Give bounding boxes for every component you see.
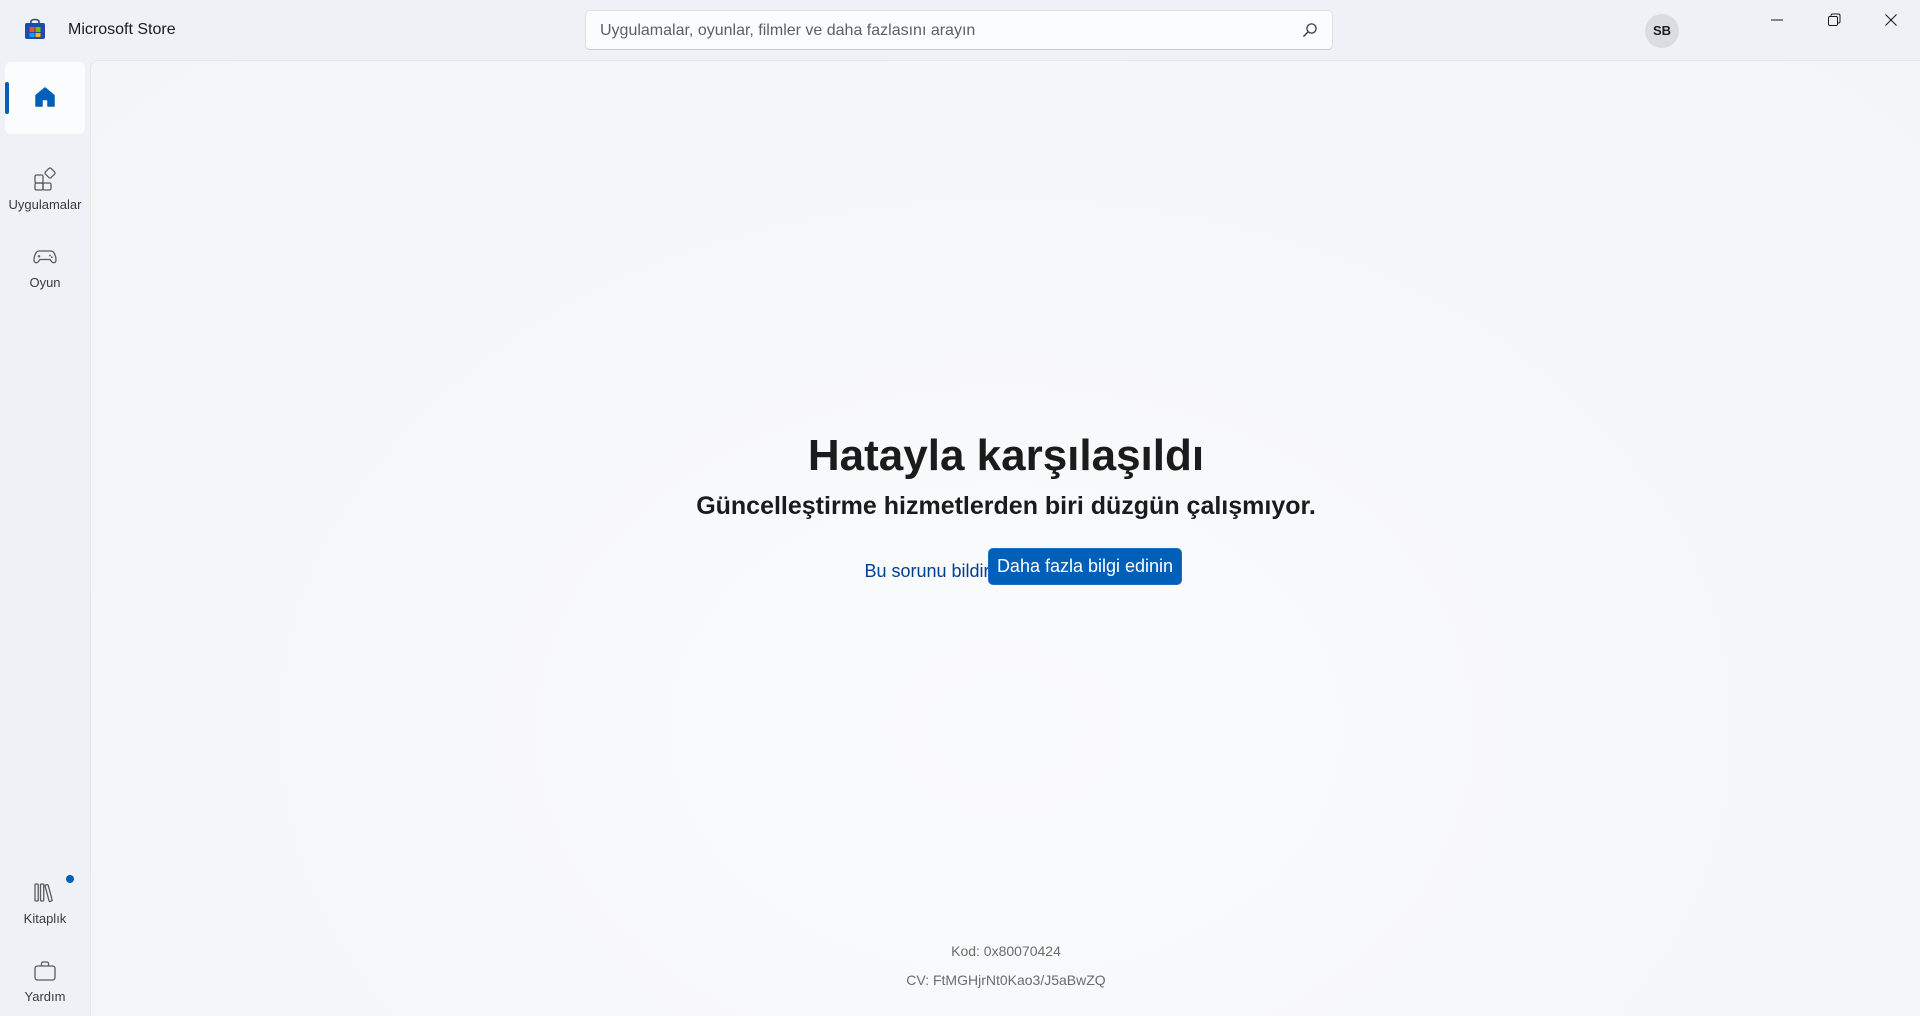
gamepad-icon — [32, 244, 58, 270]
search-box[interactable] — [585, 10, 1333, 51]
sidebar: Uygulamalar Oyun Kitaplık Yardım — [0, 60, 90, 1016]
restore-button[interactable] — [1806, 0, 1862, 40]
app-title: Microsoft Store — [68, 21, 176, 38]
sidebar-item-library[interactable]: Kitaplık — [5, 866, 85, 938]
sidebar-item-help[interactable]: Yardım — [5, 944, 85, 1016]
update-badge — [66, 875, 74, 883]
user-avatar[interactable]: SB — [1645, 14, 1679, 48]
main-content: Hatayla karşılaşıldı Güncelleştirme hizm… — [90, 60, 1920, 1016]
close-button[interactable] — [1863, 0, 1919, 40]
sidebar-item-label: Kitaplık — [23, 911, 67, 926]
active-indicator — [5, 82, 9, 114]
title-bar: Microsoft Store SB — [0, 0, 1920, 60]
correlation-vector: CV: FtMGHjrNt0Kao3/J5aBwZQ — [906, 972, 1106, 988]
store-logo-icon — [24, 18, 46, 40]
search-icon[interactable] — [1302, 22, 1318, 38]
sidebar-item-apps[interactable]: Uygulamalar — [5, 152, 85, 224]
error-subtitle: Güncelleştirme hizmetlerden biri düzgün … — [696, 492, 1316, 520]
sidebar-item-label: Yardım — [24, 989, 66, 1004]
library-icon — [32, 880, 58, 906]
store-window: Microsoft Store SB — [0, 0, 1920, 1016]
sidebar-item-label: Oyun — [29, 275, 61, 290]
apps-icon — [32, 166, 58, 192]
sidebar-item-home[interactable] — [5, 62, 85, 134]
sidebar-item-gaming[interactable]: Oyun — [5, 230, 85, 302]
restore-icon — [1828, 13, 1841, 26]
search-input[interactable] — [598, 11, 1282, 51]
error-code: Kod: 0x80070424 — [951, 943, 1061, 959]
sidebar-item-label: Uygulamalar — [8, 197, 82, 212]
minimize-icon — [1771, 19, 1783, 21]
minimize-button[interactable] — [1749, 0, 1805, 40]
learn-more-button[interactable]: Daha fazla bilgi edinin — [988, 548, 1182, 585]
briefcase-icon — [32, 958, 58, 984]
error-title: Hatayla karşılaşıldı — [807, 431, 1205, 480]
close-icon — [1885, 14, 1897, 26]
home-icon — [32, 84, 58, 110]
